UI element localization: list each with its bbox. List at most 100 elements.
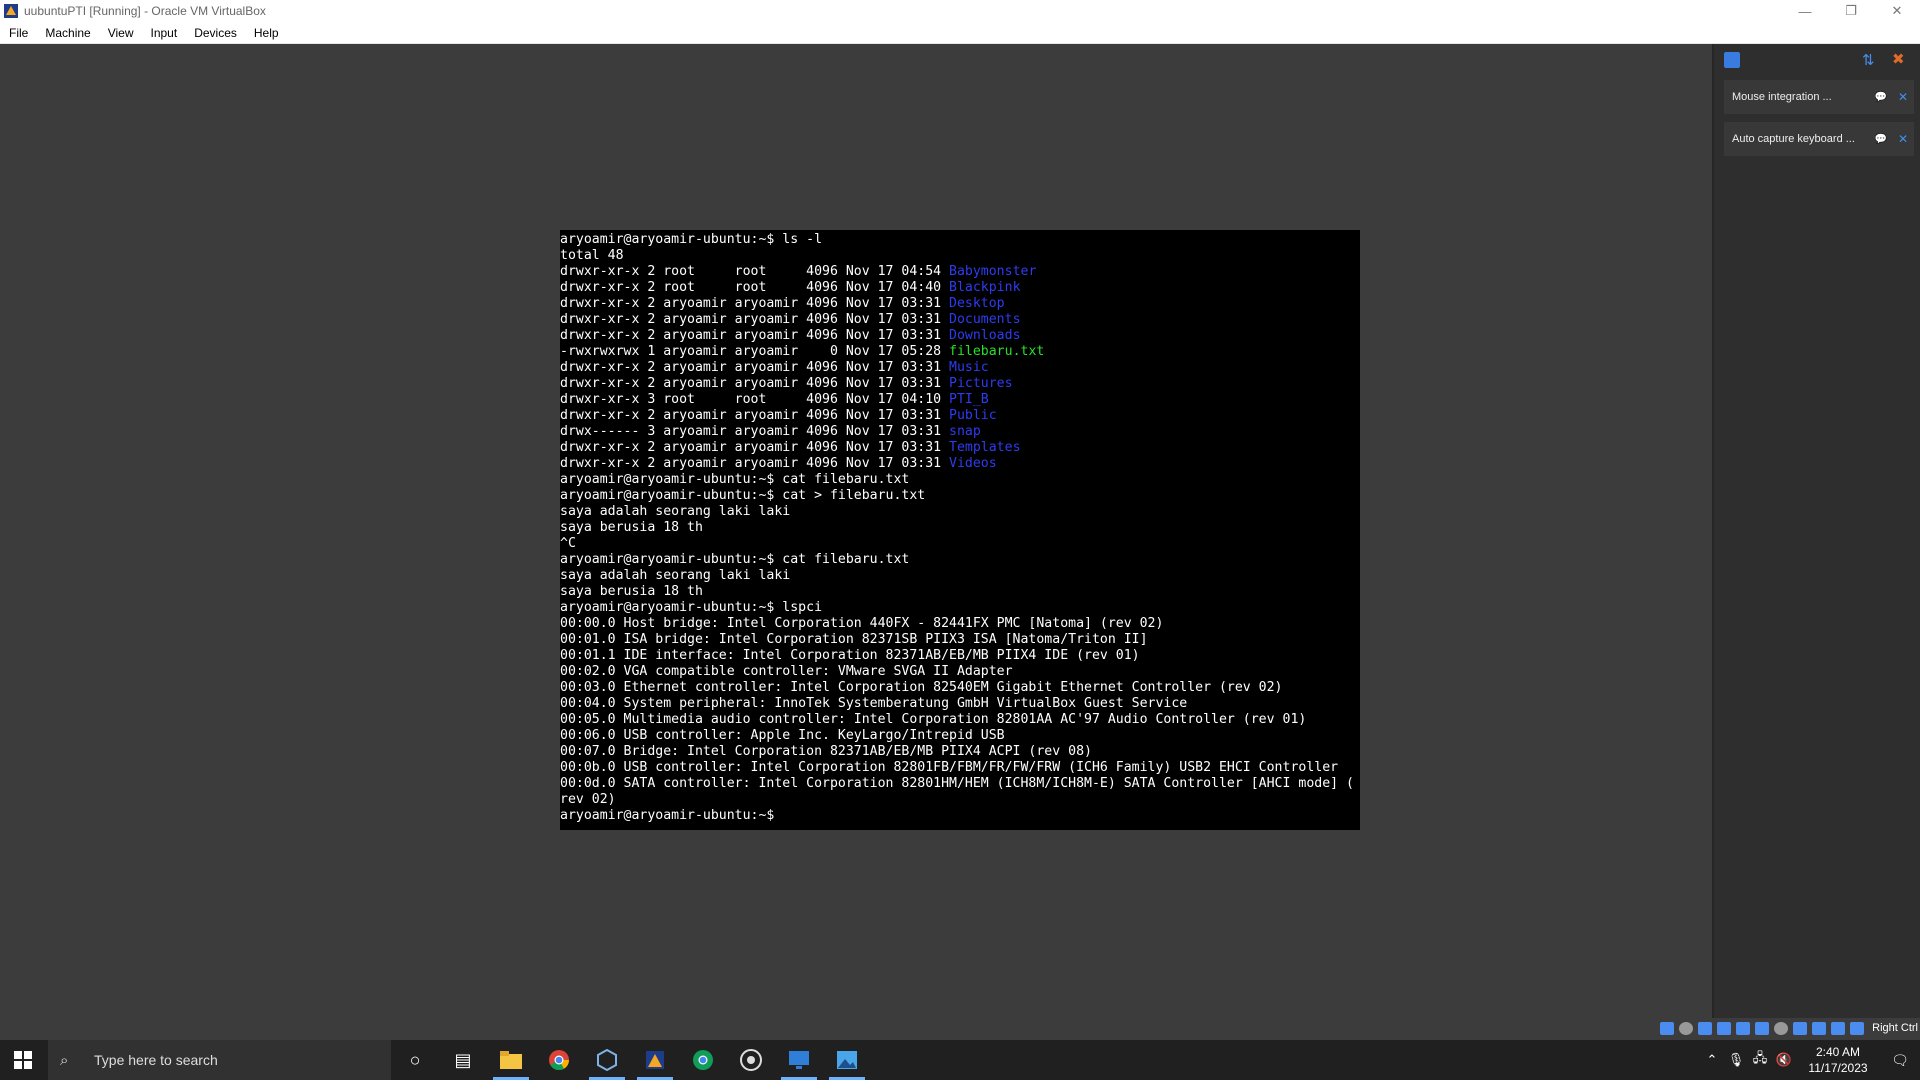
virtualbox-app-icon [3,3,19,19]
network-icon[interactable]: 🖧 [1748,1049,1772,1071]
chrome-icon[interactable] [535,1040,583,1080]
display-icon[interactable] [1774,1021,1789,1035]
terminal-line: drwxr-xr-x 3 root root 4096 Nov 17 04:10… [560,392,1360,408]
remote-desktop-icon[interactable] [775,1040,823,1080]
terminal-line: 00:0b.0 USB controller: Intel Corporatio… [560,760,1360,776]
close-button[interactable]: ✕ [1874,0,1920,22]
terminal-screen[interactable]: aryoamir@aryoamir-ubuntu:~$ ls -l total 4… [560,230,1360,830]
window-title: uubuntuPTI [Running] - Oracle VM Virtual… [24,4,266,18]
chrome-profile-icon[interactable] [679,1040,727,1080]
vm-display[interactable]: aryoamir@aryoamir-ubuntu:~$ ls -l total 4… [0,44,1712,1030]
network-icon[interactable] [1717,1021,1732,1035]
optical-drive-icon[interactable] [1679,1021,1694,1035]
windows-logo-icon [14,1051,32,1069]
terminal-line: aryoamir@aryoamir-ubuntu:~$ ls -l [560,232,1360,248]
action-center-icon[interactable]: 🗨 [1880,1052,1920,1069]
minimize-button[interactable]: — [1782,0,1828,22]
virtualbox-vm-icon[interactable] [631,1040,679,1080]
terminal-text: 00:0b.0 USB controller: Intel Corporatio… [560,760,1339,775]
file-explorer-icon[interactable] [487,1040,535,1080]
cpu-icon[interactable] [1812,1021,1827,1035]
volume-muted-icon[interactable]: 🔇 [1772,1052,1796,1068]
terminal-text: 00:02.0 VGA compatible controller: VMwar… [560,664,1013,679]
keyboard-capture-icon[interactable] [1850,1021,1865,1035]
terminal-line: 00:05.0 Multimedia audio controller: Int… [560,712,1360,728]
menu-help[interactable]: Help [245,26,287,40]
terminal-text: 00:06.0 USB controller: Apple Inc. KeyLa… [560,728,1005,743]
obs-icon[interactable] [727,1040,775,1080]
terminal-line: 00:0d.0 SATA controller: Intel Corporati… [560,776,1360,792]
title-bar: uubuntuPTI [Running] - Oracle VM Virtual… [0,0,1920,22]
host-key-label: Right Ctrl [1872,1022,1918,1034]
directory-entry: Pictures [949,376,1013,391]
speech-bubble-icon[interactable]: 💬 [1870,92,1892,103]
terminal-line: aryoamir@aryoamir-ubuntu:~$ lspci [560,600,1360,616]
task-view-icon[interactable]: ▤ [439,1040,487,1080]
directory-entry: Music [949,360,989,375]
audio-icon[interactable] [1698,1021,1713,1035]
notification-mouse-integration[interactable]: Mouse integration ... 💬 ✕ [1724,80,1914,114]
speech-bubble-icon[interactable]: 💬 [1870,134,1892,145]
terminal-line: 00:04.0 System peripheral: InnoTek Syste… [560,696,1360,712]
clock-time: 2:40 AM [1815,1045,1861,1059]
terminal-line: 00:00.0 Host bridge: Intel Corporation 4… [560,616,1360,632]
menu-file[interactable]: File [0,26,36,40]
terminal-line: drwxr-xr-x 2 aryoamir aryoamir 4096 Nov … [560,440,1360,456]
close-icon[interactable]: ✕ [1892,90,1914,104]
terminal-text: drwxr-xr-x 2 root root 4096 Nov 17 04:40 [560,280,950,295]
pin-icon[interactable] [1724,52,1740,68]
terminal-text: drwx------ 3 aryoamir aryoamir 4096 Nov … [560,424,950,439]
taskbar-search-box[interactable]: ⌕ Type here to search [48,1040,391,1080]
terminal-line: saya adalah seorang laki laki [560,568,1360,584]
menu-view[interactable]: View [99,26,142,40]
menu-machine[interactable]: Machine [36,26,98,40]
notification-text: Auto capture keyboard ... [1732,133,1855,145]
microphone-icon[interactable]: 🎙 [1724,1052,1748,1068]
directory-entry: Downloads [949,328,1021,343]
vm-status-bar: Right Ctrl [0,1018,1920,1038]
sort-icon[interactable]: ⇅ [1862,51,1875,69]
terminal-text: saya adalah seorang laki laki [560,504,791,519]
terminal-text: aryoamir@aryoamir-ubuntu:~$ lspci [560,600,823,615]
terminal-line: drwx------ 3 aryoamir aryoamir 4096 Nov … [560,424,1360,440]
terminal-line: total 48 [560,248,1360,264]
notification-center-header: ⇅ ✖ [1714,44,1920,74]
show-hidden-icons-icon[interactable]: ⌃ [1700,1052,1724,1068]
usb-icon[interactable] [1736,1021,1751,1035]
system-tray: ⌃ 🎙 🖧 🔇 2:40 AM 11/17/2023 🗨 [1700,1040,1920,1080]
clock-date: 11/17/2023 [1808,1061,1868,1075]
cortana-icon[interactable]: ○ [391,1040,439,1080]
notification-auto-capture-keyboard[interactable]: Auto capture keyboard ... 💬 ✕ [1724,122,1914,156]
terminal-text: aryoamir@aryoamir-ubuntu:~$ cat filebaru… [560,552,910,567]
close-icon[interactable]: ✕ [1892,132,1914,146]
start-button[interactable] [0,1040,46,1080]
photos-icon[interactable] [823,1040,871,1080]
terminal-line: aryoamir@aryoamir-ubuntu:~$ cat > fileba… [560,488,1360,504]
terminal-text: 00:05.0 Multimedia audio controller: Int… [560,712,1307,727]
terminal-line: drwxr-xr-x 2 aryoamir aryoamir 4096 Nov … [560,456,1360,472]
menu-devices[interactable]: Devices [185,26,245,40]
virtualbox-manager-icon[interactable] [583,1040,631,1080]
terminal-text: drwxr-xr-x 2 aryoamir aryoamir 4096 Nov … [560,408,950,423]
terminal-line: drwxr-xr-x 2 aryoamir aryoamir 4096 Nov … [560,296,1360,312]
hard-disk-icon[interactable] [1660,1021,1675,1035]
terminal-text: drwxr-xr-x 2 root root 4096 Nov 17 04:54 [560,264,950,279]
terminal-line: 00:02.0 VGA compatible controller: VMwar… [560,664,1360,680]
clear-all-icon[interactable]: ✖ [1892,50,1905,68]
terminal-line: saya adalah seorang laki laki [560,504,1360,520]
directory-entry: Templates [949,440,1021,455]
terminal-text: aryoamir@aryoamir-ubuntu:~$ ls -l [560,232,823,247]
directory-entry: Videos [949,456,997,471]
terminal-line: 00:06.0 USB controller: Apple Inc. KeyLa… [560,728,1360,744]
recording-icon[interactable] [1793,1021,1808,1035]
directory-entry: Babymonster [949,264,1037,279]
restore-button[interactable]: ❐ [1828,0,1874,22]
terminal-line: 00:01.0 ISA bridge: Intel Corporation 82… [560,632,1360,648]
terminal-line: -rwxrwxrwx 1 aryoamir aryoamir 0 Nov 17 … [560,344,1360,360]
shared-folders-icon[interactable] [1755,1021,1770,1035]
mouse-integration-icon[interactable] [1831,1021,1846,1035]
clock[interactable]: 2:40 AM 11/17/2023 [1798,1044,1878,1076]
menu-input[interactable]: Input [142,26,186,40]
terminal-line: drwxr-xr-x 2 root root 4096 Nov 17 04:54… [560,264,1360,280]
terminal-text: drwxr-xr-x 3 root root 4096 Nov 17 04:10 [560,392,950,407]
